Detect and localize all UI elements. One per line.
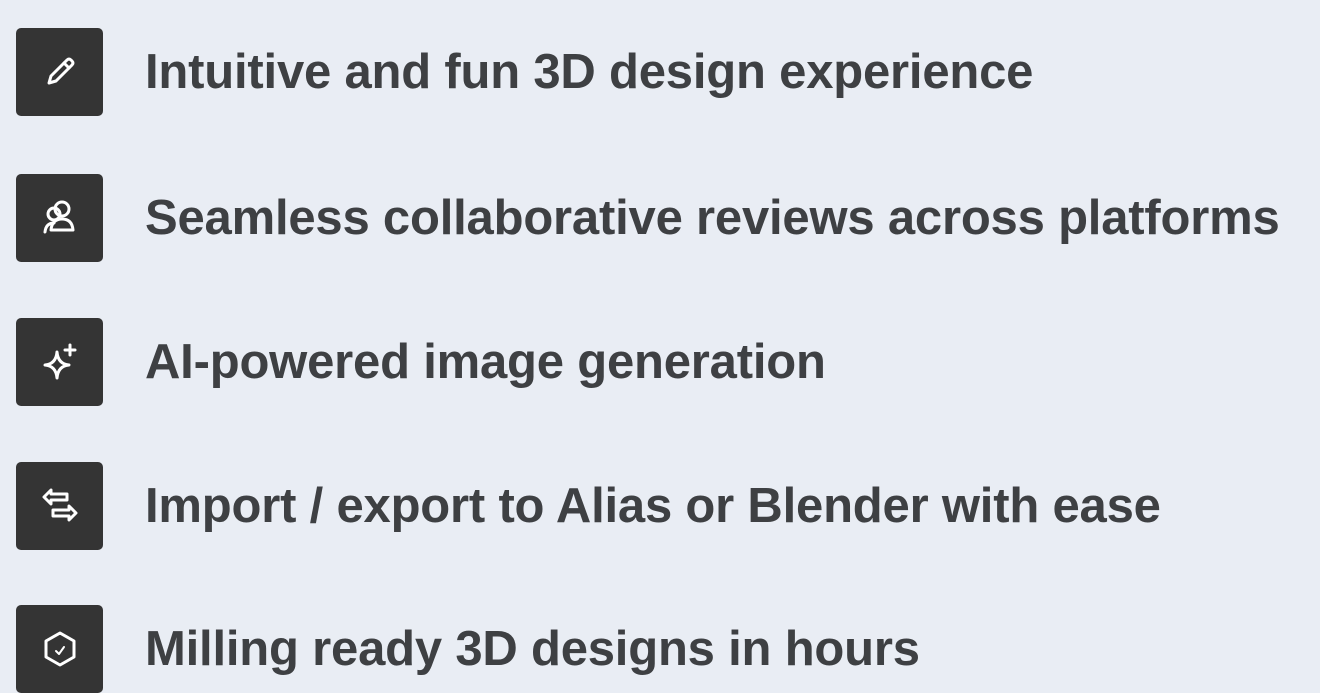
feature-item-collaboration: Seamless collaborative reviews across pl…: [16, 174, 1316, 262]
import-export-icon: [16, 462, 103, 550]
hexagon-check-icon: [16, 605, 103, 693]
feature-list: Intuitive and fun 3D design experience S…: [0, 0, 1320, 693]
feature-item-design: Intuitive and fun 3D design experience: [16, 28, 1316, 116]
feature-label: Milling ready 3D designs in hours: [145, 621, 920, 676]
feature-label: AI-powered image generation: [145, 334, 826, 389]
feature-item-ai: AI-powered image generation: [16, 318, 1316, 406]
feature-label: Seamless collaborative reviews across pl…: [145, 190, 1280, 245]
feature-item-milling: Milling ready 3D designs in hours: [16, 605, 1316, 693]
feature-label: Import / export to Alias or Blender with…: [145, 478, 1161, 533]
users-icon: [16, 174, 103, 262]
pencil-icon: [16, 28, 103, 116]
feature-label: Intuitive and fun 3D design experience: [145, 44, 1034, 99]
feature-item-import-export: Import / export to Alias or Blender with…: [16, 462, 1316, 550]
sparkle-icon: [16, 318, 103, 406]
